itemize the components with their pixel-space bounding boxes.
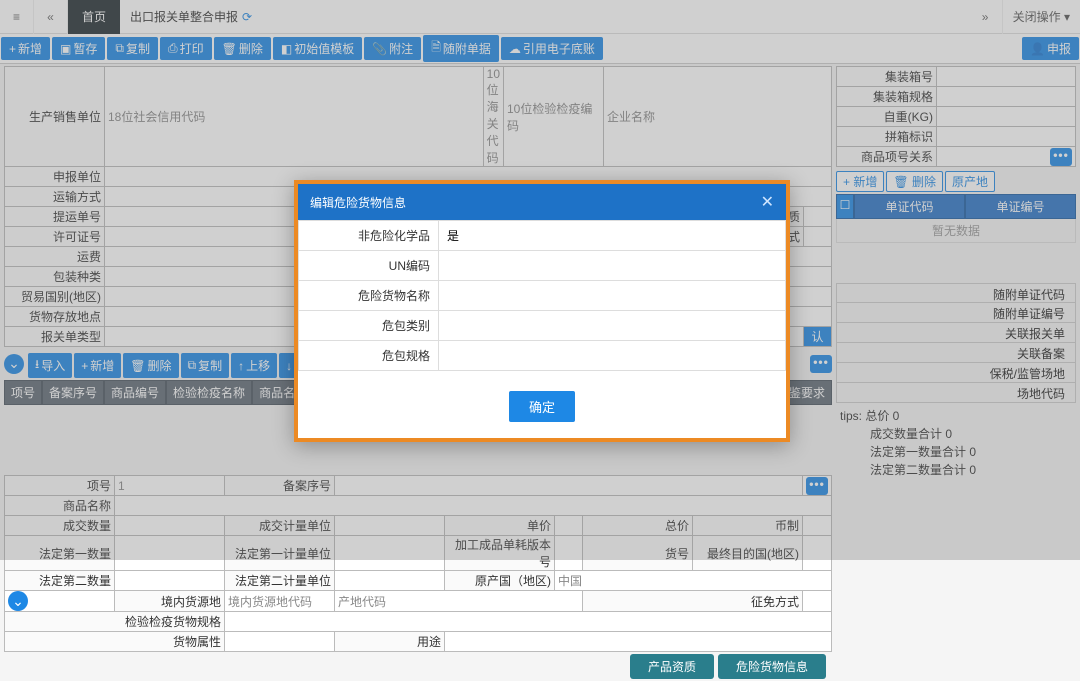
val-unit2[interactable] (335, 571, 445, 591)
modal-title: 编辑危险货物信息 (310, 194, 406, 211)
lbl-ciq-spec: 检验检疫货物规格 (5, 612, 225, 632)
val-exempt-mode[interactable] (803, 591, 832, 612)
val-domestic-src[interactable]: 境内货源地代码 (225, 591, 335, 612)
lbl-domestic-src: 境内货源地 (115, 591, 225, 612)
val-origin-country[interactable]: 中国 (555, 571, 832, 591)
modal-close-icon[interactable]: ✕ (761, 192, 774, 212)
modal-lbl-dg-name: 危险货物名称 (299, 281, 439, 311)
product-qualification-button[interactable]: 产品资质 (630, 654, 714, 679)
modal-ok-button[interactable]: 确定 (509, 391, 575, 422)
lbl-goods-attr: 货物属性 (5, 632, 225, 652)
modal-lbl-pack-spec: 危包规格 (299, 341, 439, 371)
lbl-qty2: 法定第二数量 (5, 571, 115, 591)
modal-lbl-un: UN编码 (299, 251, 439, 281)
expand-origin-icon[interactable]: ⌄ (8, 591, 28, 611)
modal-input-pack-spec[interactable] (447, 349, 777, 363)
modal-input-pack-class[interactable] (447, 319, 777, 333)
modal-input-dg-name[interactable] (447, 289, 777, 303)
lbl-exempt-mode: 征免方式 (583, 591, 803, 612)
modal-input-un[interactable] (447, 259, 777, 273)
modal-lbl-pack-class: 危包类别 (299, 311, 439, 341)
modal-lbl-nonhazard: 非危险化学品 (299, 221, 439, 251)
lbl-origin-country: 原产国（地区) (445, 571, 555, 591)
dangerous-goods-modal: 编辑危险货物信息 ✕ 非危险化学品 UN编码 危险货物名称 危包类别 危包规格 (294, 180, 790, 442)
lbl-usage: 用途 (335, 632, 445, 652)
val-prod-code[interactable]: 产地代码 (335, 591, 583, 612)
val-qty2[interactable] (115, 571, 225, 591)
val-usage[interactable] (445, 632, 832, 652)
modal-input-nonhazard[interactable] (447, 228, 777, 242)
val-ciq-spec[interactable] (225, 612, 832, 632)
lbl-unit2: 法定第二计量单位 (225, 571, 335, 591)
dangerous-goods-info-button[interactable]: 危险货物信息 (718, 654, 826, 679)
val-goods-attr[interactable] (225, 632, 335, 652)
